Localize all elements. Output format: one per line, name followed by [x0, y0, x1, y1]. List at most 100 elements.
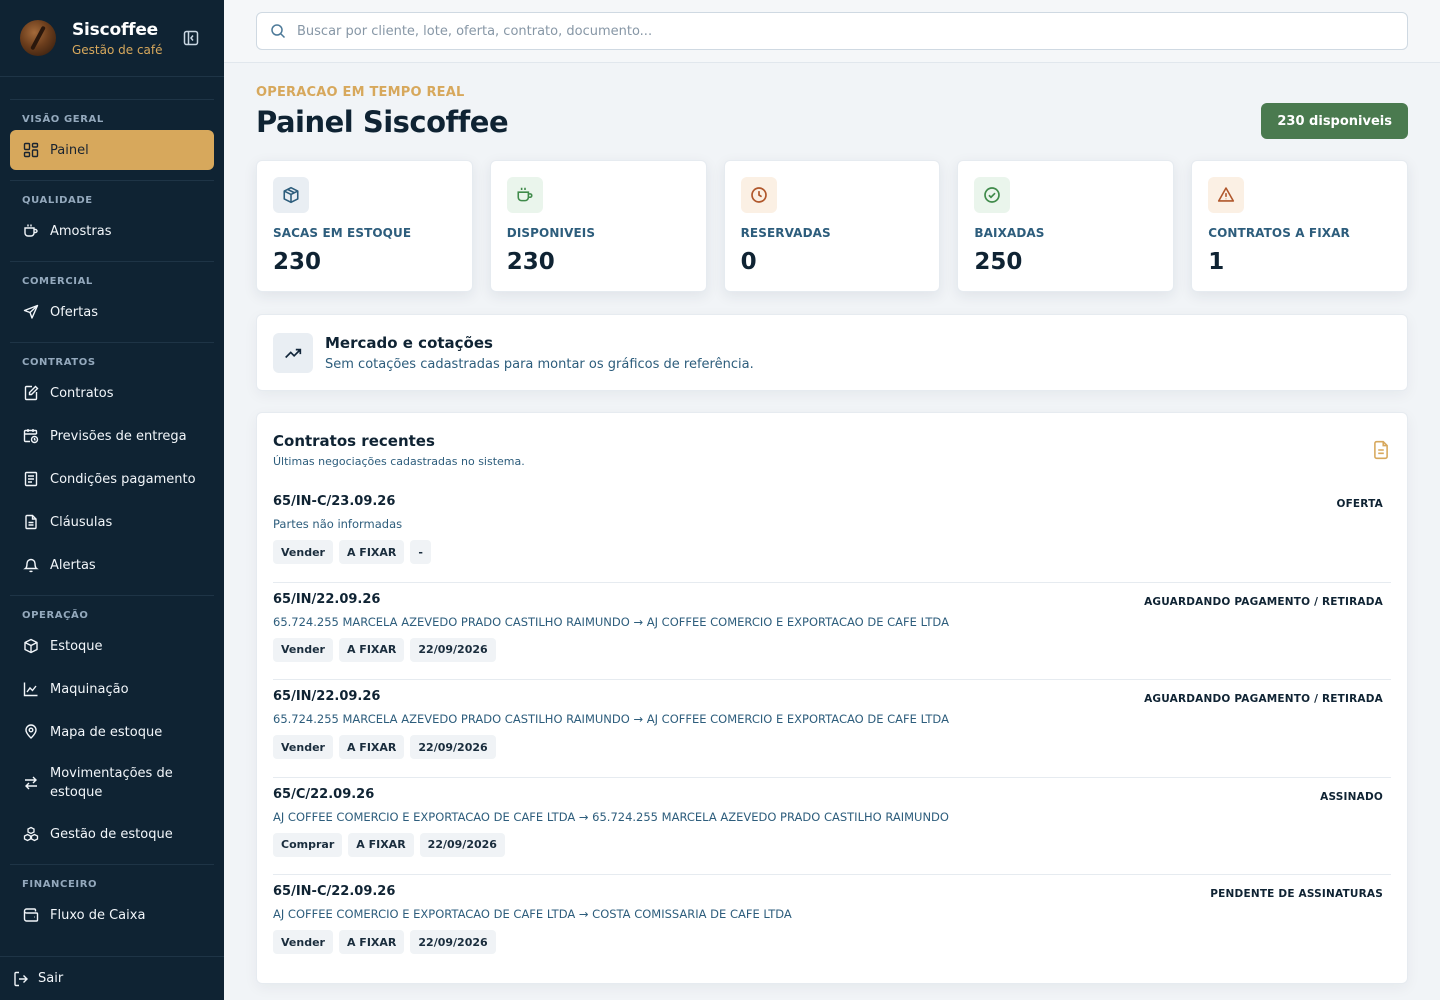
- nav-section-financeiro: FINANCEIRO Fluxo de Caixa: [10, 864, 214, 935]
- sidebar-item-gestao-de-estoque[interactable]: Gestão de estoque: [10, 814, 214, 854]
- contract-status: OFERTA: [1336, 498, 1383, 510]
- sidebar-item-label: Condições pagamento: [50, 471, 196, 487]
- sidebar-collapse-icon[interactable]: [181, 28, 201, 48]
- contract-code: 65/IN/22.09.26: [273, 591, 381, 607]
- contract-parties: 65.724.255 MARCELA AZEVEDO PRADO CASTILH…: [273, 614, 949, 629]
- sidebar-item-previsoes-de-entrega[interactable]: Previsões de entrega: [10, 416, 214, 456]
- stat-label: DISPONIVEIS: [506, 226, 596, 240]
- brand: Siscoffee Gestão de café: [0, 0, 224, 77]
- sidebar-item-clausulas[interactable]: Cláusulas: [10, 502, 214, 542]
- contracts-list: 65/IN-C/23.09.26 OFERTA Partes não infor…: [273, 485, 1391, 973]
- document-icon[interactable]: [1371, 439, 1391, 461]
- dashboard-icon: [22, 141, 40, 159]
- sidebar-item-estoque[interactable]: Estoque: [10, 626, 214, 666]
- contract-status: ASSINADO: [1320, 790, 1383, 803]
- clock-icon: [740, 177, 777, 213]
- contract-code: 65/IN-C/23.09.26: [273, 494, 396, 509]
- bell-icon: [22, 556, 40, 574]
- page-eyebrow: OPERACAO EM TEMPO REAL: [256, 85, 465, 100]
- sidebar-item-label: Movimentações de estoque: [50, 766, 173, 800]
- tag-operation: Comprar: [273, 832, 343, 857]
- contract-row[interactable]: 65/IN/22.09.26 AGUARDANDO PAGAMENTO / RE…: [273, 680, 1391, 778]
- contract-code: 65/C/22.09.26: [273, 786, 375, 802]
- nav-section-comercial: COMERCIAL Ofertas: [10, 261, 214, 332]
- section-title: VISÃO GERAL: [22, 114, 104, 125]
- box-icon: [22, 637, 40, 655]
- sidebar-item-fluxo-de-caixa[interactable]: Fluxo de Caixa: [10, 895, 214, 935]
- logout-icon: [12, 970, 30, 988]
- section-title: QUALIDADE: [22, 195, 93, 206]
- sidebar-item-contratos[interactable]: Contratos: [10, 373, 214, 413]
- trending-up-icon: [273, 333, 313, 373]
- contract-row[interactable]: 65/IN-C/23.09.26 OFERTA Partes não infor…: [273, 485, 1391, 583]
- cup-icon: [22, 222, 40, 240]
- sidebar-item-alertas[interactable]: Alertas: [10, 545, 214, 585]
- sidebar-item-label: Ofertas: [50, 304, 98, 320]
- brand-subtitle: Gestão de café: [72, 42, 163, 57]
- sidebar-item-maquinacao[interactable]: Maquinação: [10, 669, 214, 709]
- stat-value: 230: [506, 249, 555, 275]
- sidebar-item-condicoes-pagamento[interactable]: Condições pagamento: [10, 459, 214, 499]
- nav-section-qualidade: QUALIDADE Amostras: [10, 180, 214, 251]
- document-icon: [22, 513, 40, 531]
- warning-icon: [1208, 177, 1245, 213]
- section-title: COMERCIAL: [22, 276, 93, 287]
- available-badge[interactable]: 230 disponiveis: [1261, 103, 1408, 139]
- tag-price-type: A FIXAR: [338, 637, 405, 662]
- contract-tags: Vender A FIXAR 22/09/2026: [273, 637, 496, 662]
- calendar-clock-icon: [22, 427, 40, 445]
- contract-row[interactable]: 65/IN-C/22.09.26 PENDENTE DE ASSINATURAS…: [273, 875, 1391, 973]
- stat-card-contratos-a-fixar[interactable]: CONTRATOS A FIXAR 1: [1191, 160, 1408, 292]
- contract-parties: AJ COFFEE COMERCIO E EXPORTACAO DE CAFE …: [273, 907, 792, 921]
- contract-tags: Comprar A FIXAR 22/09/2026: [273, 832, 505, 857]
- stat-label: CONTRATOS A FIXAR: [1208, 226, 1350, 240]
- sidebar-item-ofertas[interactable]: Ofertas: [10, 292, 214, 332]
- sidebar-item-mapa-de-estoque[interactable]: Mapa de estoque: [10, 712, 214, 752]
- sidebar-item-label: Mapa de estoque: [50, 724, 163, 740]
- search-input[interactable]: [297, 23, 1407, 39]
- sidebar-item-label: Alertas: [50, 557, 96, 573]
- tag-operation: Vender: [273, 930, 333, 954]
- sidebar-item-movimentacoes-de-estoque[interactable]: Movimentações de estoque: [10, 755, 214, 811]
- tag-operation: Vender: [273, 735, 333, 759]
- sidebar-item-label: Maquinação: [50, 681, 129, 697]
- stat-card-sacas-em-estoque[interactable]: SACAS EM ESTOQUE 230: [256, 160, 473, 292]
- boxes-icon: [22, 825, 40, 843]
- coffee-bean-logo: [20, 20, 56, 56]
- nav-section-visao-geral: VISÃO GERAL Painel: [10, 99, 214, 170]
- tag-date: 22/09/2026: [419, 832, 505, 857]
- stat-label: SACAS EM ESTOQUE: [273, 226, 412, 240]
- contract-tags: Vender A FIXAR 22/09/2026: [273, 735, 496, 759]
- send-icon: [22, 303, 40, 321]
- sidebar-item-label: Amostras: [50, 223, 112, 239]
- tag-operation: Vender: [273, 637, 333, 662]
- tag-price-type: A FIXAR: [338, 540, 405, 564]
- brand-name: Siscoffee: [72, 19, 158, 40]
- contract-status: AGUARDANDO PAGAMENTO / RETIRADA: [1144, 595, 1383, 608]
- topbar: [224, 0, 1440, 63]
- contract-code: 65/IN/22.09.26: [273, 689, 381, 704]
- sidebar-item-amostras[interactable]: Amostras: [10, 211, 214, 251]
- search-box[interactable]: [256, 12, 1408, 50]
- search-icon: [269, 22, 287, 40]
- contract-row[interactable]: 65/IN/22.09.26 AGUARDANDO PAGAMENTO / RE…: [273, 583, 1391, 680]
- stat-card-disponiveis[interactable]: DISPONIVEIS 230: [489, 160, 707, 292]
- stat-label: RESERVADAS: [740, 226, 831, 240]
- stats-row: SACAS EM ESTOQUE 230 DISPONIVEIS 230 RES…: [256, 160, 1408, 292]
- section-title: FINANCEIRO: [22, 879, 98, 890]
- contract-status: PENDENTE DE ASSINATURAS: [1210, 888, 1383, 900]
- logout-label: Sair: [38, 971, 64, 986]
- wallet-icon: [22, 906, 40, 924]
- stat-card-baixadas[interactable]: BAIXADAS 250: [957, 160, 1175, 292]
- tag-price-type: A FIXAR: [338, 735, 405, 759]
- sidebar-item-painel[interactable]: Painel: [10, 130, 214, 170]
- tag-price-type: A FIXAR: [338, 930, 405, 954]
- tag-date: 22/09/2026: [410, 637, 496, 662]
- sidebar-item-label: Contratos: [50, 385, 114, 401]
- stat-label: BAIXADAS: [974, 226, 1045, 240]
- logout-button[interactable]: Sair: [0, 956, 224, 1000]
- stat-card-reservadas[interactable]: RESERVADAS 0: [723, 160, 941, 292]
- contract-parties: AJ COFFEE COMERCIO E EXPORTACAO DE CAFE …: [273, 809, 949, 824]
- contract-parties: 65.724.255 MARCELA AZEVEDO PRADO CASTILH…: [273, 712, 949, 726]
- contract-row[interactable]: 65/C/22.09.26 ASSINADO AJ COFFEE COMERCI…: [273, 778, 1391, 875]
